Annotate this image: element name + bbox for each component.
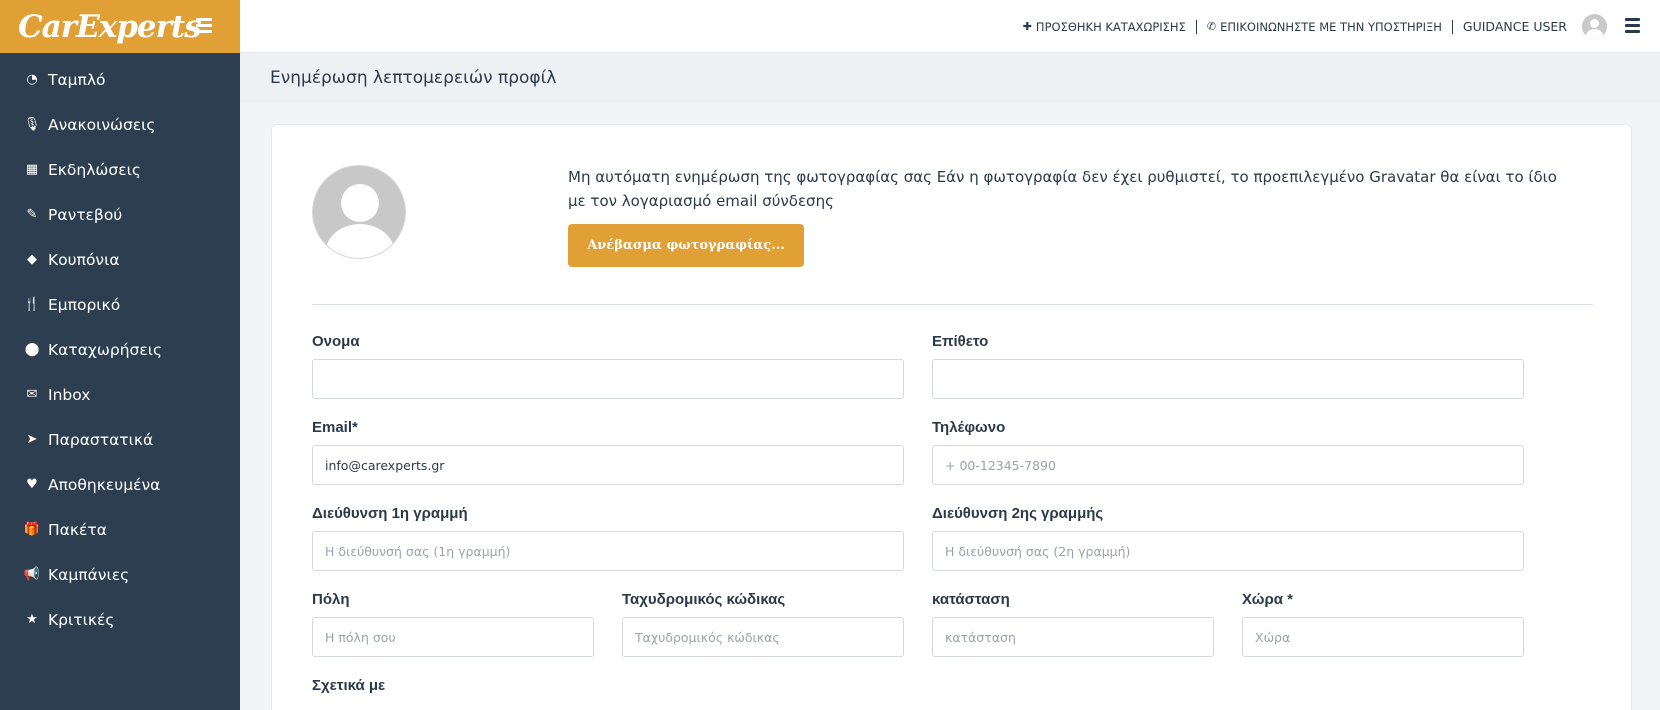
- about-group: Σχετικά με: [312, 677, 904, 703]
- divider: [1195, 19, 1197, 34]
- dashboard-icon: ◔: [26, 72, 38, 87]
- city-label: Πόλη: [312, 591, 350, 608]
- last-name-group: Επίθετο: [932, 333, 1524, 399]
- user-menu[interactable]: GUIDANCE USER: [1463, 19, 1567, 34]
- sidebar: CarExperts ◔ Ταμπλό 🎙 Ανακοινώσεις ▦ Εκδηλώσε…: [0, 0, 240, 710]
- sidebar-item-1[interactable]: 🎙 Ανακοινώσεις: [0, 102, 240, 147]
- sidebar-item-3[interactable]: ✎ Ραντεβού: [0, 192, 240, 237]
- postal-code-group: Ταχυδρομικός κώδικας: [622, 591, 904, 657]
- address2-input[interactable]: [932, 531, 1524, 571]
- bullhorn-icon: 📢: [23, 567, 41, 582]
- cutlery-icon: 🍴: [23, 297, 41, 312]
- sidebar-nav: ◔ Ταμπλό 🎙 Ανακοινώσεις ▦ Εκδηλώσεις ✎ Ραντεβού…: [0, 53, 240, 642]
- heart-icon: ♥: [26, 477, 38, 492]
- sidebar-item-4[interactable]: ◆ Κουπόνια: [0, 237, 240, 282]
- logo-bar: CarExperts: [0, 0, 240, 53]
- menu-icon[interactable]: [1625, 17, 1640, 36]
- add-listing-label: ΠΡΟΣΘΗΚΗ ΚΑΤΑΧΩΡΙΣΗΣ: [1035, 19, 1186, 34]
- state-label: κατάσταση: [932, 591, 1010, 608]
- sidebar-item-7[interactable]: ✉ Inbox: [0, 372, 240, 417]
- sidebar-toggle-icon[interactable]: [196, 18, 212, 36]
- country-input[interactable]: [1242, 617, 1524, 657]
- envelope-icon: ✉: [26, 387, 38, 402]
- profile-card: Μη αυτόματη ενημέρωση της φωτογραφίας σα…: [271, 124, 1632, 710]
- phone-group: Τηλέφωνο: [932, 419, 1524, 485]
- section-divider: [312, 304, 1593, 305]
- address1-label: Διεύθυνση 1η γραμμή: [312, 505, 468, 522]
- sidebar-item-11[interactable]: 📢 Καμπάνιες: [0, 552, 240, 597]
- sidebar-item-label: Κριτικές: [48, 610, 115, 629]
- sidebar-item-label: Εμπορικό: [48, 295, 121, 314]
- email-group: Email*: [312, 419, 904, 485]
- tags-icon: ◆: [27, 252, 37, 267]
- sidebar-item-label: Κουπόνια: [48, 250, 120, 269]
- phone-icon: ✆: [1206, 20, 1217, 33]
- star-icon: ★: [26, 612, 38, 627]
- state-group: κατάσταση: [932, 591, 1214, 657]
- state-input[interactable]: [932, 617, 1214, 657]
- sidebar-item-label: Αποθηκευμένα: [48, 475, 161, 494]
- phone-label: Τηλέφωνο: [932, 419, 1006, 436]
- sidebar-item-label: Πακέτα: [48, 520, 107, 539]
- photo-help-text: Μη αυτόματη ενημέρωση της φωτογραφίας σα…: [568, 168, 1557, 210]
- country-label: Χώρα *: [1242, 591, 1293, 608]
- last-name-input[interactable]: [932, 359, 1524, 399]
- sidebar-item-label: Ταμπλό: [48, 70, 106, 89]
- sidebar-item-label: Καμπάνιες: [48, 565, 130, 584]
- sidebar-item-9[interactable]: ♥ Αποθηκευμένα: [0, 462, 240, 507]
- postal-code-label: Ταχυδρομικός κώδικας: [622, 591, 786, 608]
- topbar: ✚ ΠΡΟΣΘΗΚΗ ΚΑΤΑΧΩΡΙΣΗΣ ✆ ΕΠΙΚΟΙΝΩΝΗΣΤΕ Μ…: [240, 0, 1660, 53]
- gift-icon: 🎁: [23, 522, 41, 537]
- sidebar-item-10[interactable]: 🎁 Πακέτα: [0, 507, 240, 552]
- user-avatar[interactable]: [1582, 14, 1607, 39]
- sidebar-item-12[interactable]: ★ Κριτικές: [0, 597, 240, 642]
- phone-input[interactable]: [932, 445, 1524, 485]
- top-links: ✚ ΠΡΟΣΘΗΚΗ ΚΑΤΑΧΩΡΙΣΗΣ ✆ ΕΠΙΚΟΙΝΩΝΗΣΤΕ Μ…: [1023, 0, 1640, 53]
- last-name-label: Επίθετο: [932, 333, 989, 350]
- paper-plane-icon: ➤: [26, 432, 38, 447]
- contact-support-label: ΕΠΙΚΟΙΝΩΝΗΣΤΕ ΜΕ ΤΗΝ ΥΠΟΣΤΗΡΙΞΗ: [1220, 19, 1442, 34]
- divider: [1451, 19, 1453, 34]
- email-label: Email*: [312, 419, 358, 436]
- sidebar-item-5[interactable]: 🍴 Εμπορικό: [0, 282, 240, 327]
- microphone-icon: 🎙: [23, 117, 41, 132]
- sidebar-item-8[interactable]: ➤ Παραστατικά: [0, 417, 240, 462]
- calendar-icon: ▦: [25, 162, 39, 177]
- first-name-label: Ονομα: [312, 333, 360, 350]
- sidebar-item-label: Καταχωρήσεις: [48, 340, 163, 359]
- sidebar-item-6[interactable]: ⬤ Καταχωρήσεις: [0, 327, 240, 372]
- edit-icon: ✎: [26, 207, 38, 222]
- country-group: Χώρα *: [1242, 591, 1524, 657]
- user-name: GUIDANCE USER: [1462, 19, 1567, 34]
- sidebar-item-2[interactable]: ▦ Εκδηλώσεις: [0, 147, 240, 192]
- first-name-group: Ονομα: [312, 333, 904, 399]
- address2-label: Διεύθυνση 2ης γραμμής: [932, 505, 1104, 522]
- sidebar-item-label: Εκδηλώσεις: [48, 160, 141, 179]
- sidebar-item-label: Ραντεβού: [48, 205, 123, 224]
- contact-support-link[interactable]: ✆ ΕΠΙΚΟΙΝΩΝΗΣΤΕ ΜΕ ΤΗΝ ΥΠΟΣΤΗΡΙΞΗ: [1207, 20, 1442, 34]
- map-marker-icon: ⬤: [24, 342, 40, 357]
- add-listing-link[interactable]: ✚ ΠΡΟΣΘΗΚΗ ΚΑΤΑΧΩΡΙΣΗΣ: [1023, 20, 1186, 34]
- first-name-input[interactable]: [312, 359, 904, 399]
- page-header: Ενημέρωση λεπτομερειών προφίλ: [240, 53, 1660, 103]
- sidebar-item-label: Inbox: [48, 385, 91, 404]
- address1-input[interactable]: [312, 531, 904, 571]
- postal-code-input[interactable]: [622, 617, 904, 657]
- city-group: Πόλη: [312, 591, 594, 657]
- upload-photo-button[interactable]: Ανέβασμα φωτογραφίας...: [568, 224, 804, 267]
- sidebar-item-label: Παραστατικά: [48, 430, 154, 449]
- profile-avatar: [312, 165, 406, 259]
- sidebar-item-0[interactable]: ◔ Ταμπλό: [0, 57, 240, 102]
- logo[interactable]: CarExperts: [18, 9, 202, 45]
- about-label: Σχετικά με: [312, 677, 386, 694]
- email-input[interactable]: [312, 445, 904, 485]
- plus-icon: ✚: [1022, 20, 1032, 33]
- page-title: Ενημέρωση λεπτομερειών προφίλ: [270, 68, 557, 88]
- city-input[interactable]: [312, 617, 594, 657]
- address1-group: Διεύθυνση 1η γραμμή: [312, 505, 904, 571]
- address2-group: Διεύθυνση 2ης γραμμής: [932, 505, 1524, 571]
- sidebar-item-label: Ανακοινώσεις: [48, 115, 156, 134]
